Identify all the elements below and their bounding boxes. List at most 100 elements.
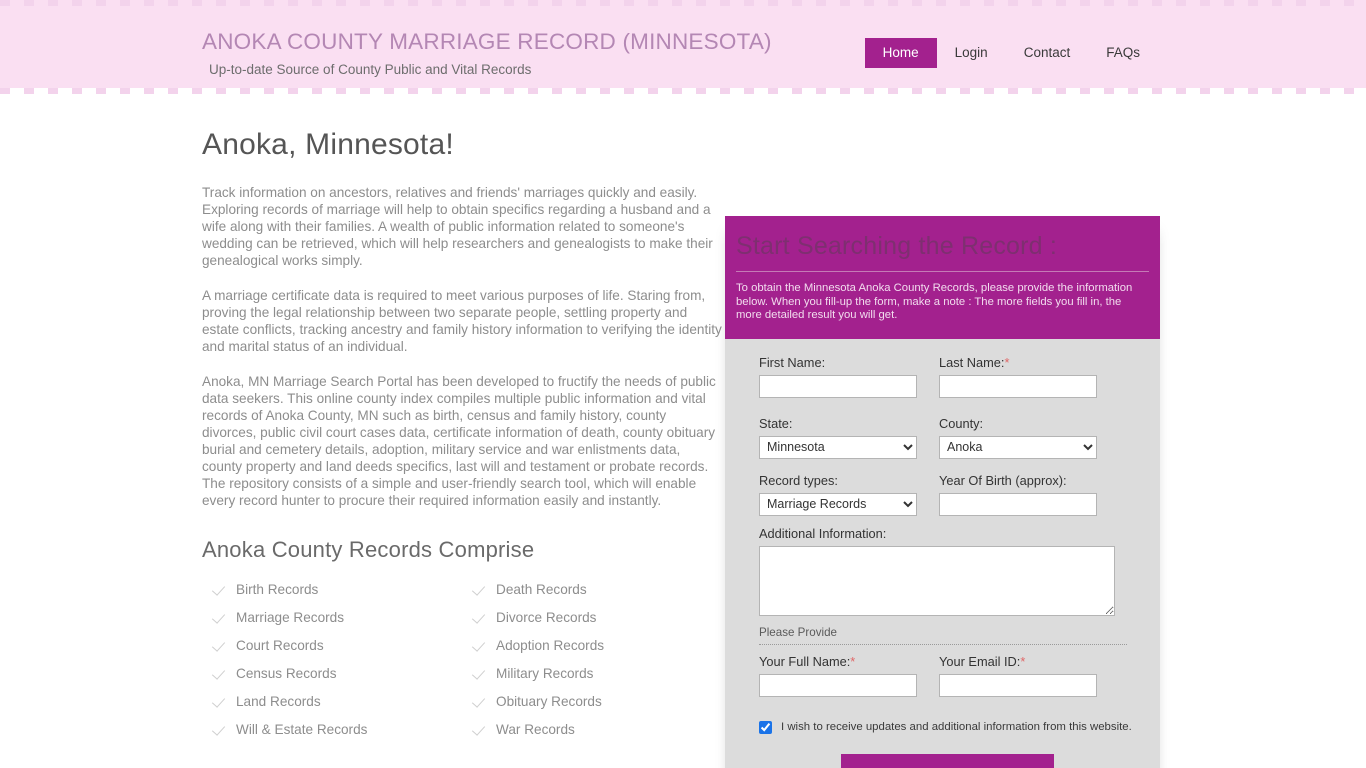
check-icon <box>214 667 227 680</box>
full-name-field-group: Your Full Name:* <box>759 654 917 697</box>
check-icon <box>214 639 227 652</box>
list-item-label: Marriage Records <box>236 609 345 625</box>
content-paragraph-3: Anoka, MN Marriage Search Portal has bee… <box>202 374 716 508</box>
state-field-group: State: Minnesota <box>759 416 917 459</box>
nav-item-faqs[interactable]: FAQs <box>1088 38 1158 68</box>
page-subtitle: Up-to-date Source of County Public and V… <box>209 62 532 77</box>
check-icon <box>474 639 487 652</box>
year-of-birth-input[interactable] <box>939 492 1097 516</box>
state-label: State: <box>759 415 793 431</box>
nav-item-home[interactable]: Home <box>864 38 937 68</box>
content-paragraph-1: Track information on ancestors, relative… <box>202 185 713 268</box>
first-name-field-group: First Name: <box>759 355 917 398</box>
list-item-label: Land Records <box>236 693 321 709</box>
check-icon <box>474 667 487 680</box>
list-item-label: Birth Records <box>236 581 319 597</box>
check-icon <box>474 611 487 624</box>
records-list: Birth Records Death Records Marriage Rec… <box>202 575 722 743</box>
check-icon <box>474 723 487 736</box>
list-item: Census Records <box>202 659 462 687</box>
full-name-label-text: Your Full Name: <box>759 653 851 669</box>
list-item-label: Court Records <box>236 637 324 653</box>
list-item: Death Records <box>462 575 722 603</box>
additional-info-field-group: Additional Information: <box>759 526 1117 621</box>
consent-label: I wish to receive updates and additional… <box>781 721 1132 734</box>
check-icon <box>474 583 487 596</box>
search-form-title: Start Searching the Record : <box>736 232 1149 272</box>
record-types-label: Record types: <box>759 472 838 488</box>
last-name-input[interactable] <box>939 374 1097 398</box>
submit-row: Search County Record <box>759 753 1136 768</box>
consent-row: I wish to receive updates and additional… <box>759 720 1136 734</box>
check-icon <box>474 695 487 708</box>
nav-item-contact[interactable]: Contact <box>1006 38 1089 68</box>
contact-field-row: Your Full Name:* Your Email ID:* <box>759 654 1136 697</box>
search-form-body: First Name: Last Name:* State: Minnesota <box>725 339 1160 768</box>
content-paragraph-2: A marriage certificate data is required … <box>202 288 722 354</box>
check-icon <box>214 723 227 736</box>
nav-item-login[interactable]: Login <box>937 38 1006 68</box>
check-icon <box>214 611 227 624</box>
first-name-label-text: First Name: <box>759 354 826 370</box>
required-asterisk: * <box>1004 354 1010 370</box>
year-of-birth-field-group: Year Of Birth (approx): <box>939 473 1097 516</box>
list-item: Court Records <box>202 631 462 659</box>
search-county-record-button[interactable]: Search County Record <box>841 753 1054 768</box>
additional-info-textarea[interactable] <box>759 545 1115 616</box>
page-body: Anoka, Minnesota! Track information on a… <box>0 88 1366 768</box>
content-column: Anoka, Minnesota! Track information on a… <box>202 128 722 743</box>
additional-info-label: Additional Information: <box>759 525 887 541</box>
list-item-label: War Records <box>496 721 575 737</box>
first-name-input[interactable] <box>759 374 917 398</box>
search-form-panel: Start Searching the Record : To obtain t… <box>725 216 1160 768</box>
email-label-text: Your Email ID: <box>939 653 1021 669</box>
section-divider <box>759 643 1127 645</box>
record-types-select[interactable]: Marriage Records <box>759 492 917 516</box>
list-item-label: Census Records <box>236 665 337 681</box>
list-item: Land Records <box>202 687 462 715</box>
list-item-label: Military Records <box>496 665 594 681</box>
county-label: County: <box>939 415 984 431</box>
list-item-label: Divorce Records <box>496 609 597 625</box>
list-item: War Records <box>462 715 722 743</box>
name-field-row: First Name: Last Name:* <box>759 355 1136 398</box>
last-name-label-text: Last Name: <box>939 354 1005 370</box>
list-item: Will & Estate Records <box>202 715 462 743</box>
county-field-group: County: Anoka <box>939 416 1097 459</box>
consent-checkbox[interactable] <box>759 720 772 734</box>
list-item-label: Adoption Records <box>496 637 605 653</box>
list-item: Obituary Records <box>462 687 722 715</box>
email-input[interactable] <box>939 673 1097 697</box>
required-asterisk: * <box>850 653 856 669</box>
site-header: ANOKA COUNTY MARRIAGE RECORD (MINNESOTA)… <box>0 0 1366 94</box>
content-heading: Anoka, Minnesota! <box>202 128 454 161</box>
page-title: ANOKA COUNTY MARRIAGE RECORD (MINNESOTA) <box>202 29 772 54</box>
list-item: Divorce Records <box>462 603 722 631</box>
full-name-input[interactable] <box>759 673 917 697</box>
list-item-label: Obituary Records <box>496 693 602 709</box>
check-icon <box>214 583 227 596</box>
search-form-description: To obtain the Minnesota Anoka County Rec… <box>736 282 1133 322</box>
please-provide-label: Please Provide <box>759 625 837 639</box>
county-select[interactable]: Anoka <box>939 435 1097 459</box>
last-name-field-group: Last Name:* <box>939 355 1097 398</box>
year-of-birth-label: Year Of Birth (approx): <box>939 472 1067 488</box>
first-name-label: First Name: <box>759 355 917 370</box>
search-form-header: Start Searching the Record : To obtain t… <box>725 216 1160 339</box>
required-asterisk: * <box>1020 653 1026 669</box>
full-name-label: Your Full Name:* <box>759 654 917 669</box>
main-navigation: Home Login Contact FAQs <box>864 38 1158 68</box>
check-icon <box>214 695 227 708</box>
record-year-field-row: Record types: Marriage Records Year Of B… <box>759 473 1136 516</box>
list-item: Birth Records <box>202 575 462 603</box>
location-field-row: State: Minnesota County: Anoka <box>759 416 1136 459</box>
record-types-field-group: Record types: Marriage Records <box>759 473 917 516</box>
email-field-group: Your Email ID:* <box>939 654 1097 697</box>
list-item: Military Records <box>462 659 722 687</box>
list-item-label: Will & Estate Records <box>236 721 368 737</box>
state-select[interactable]: Minnesota <box>759 435 917 459</box>
list-item: Adoption Records <box>462 631 722 659</box>
list-item: Marriage Records <box>202 603 462 631</box>
list-item-label: Death Records <box>496 581 587 597</box>
last-name-label: Last Name:* <box>939 355 1097 370</box>
